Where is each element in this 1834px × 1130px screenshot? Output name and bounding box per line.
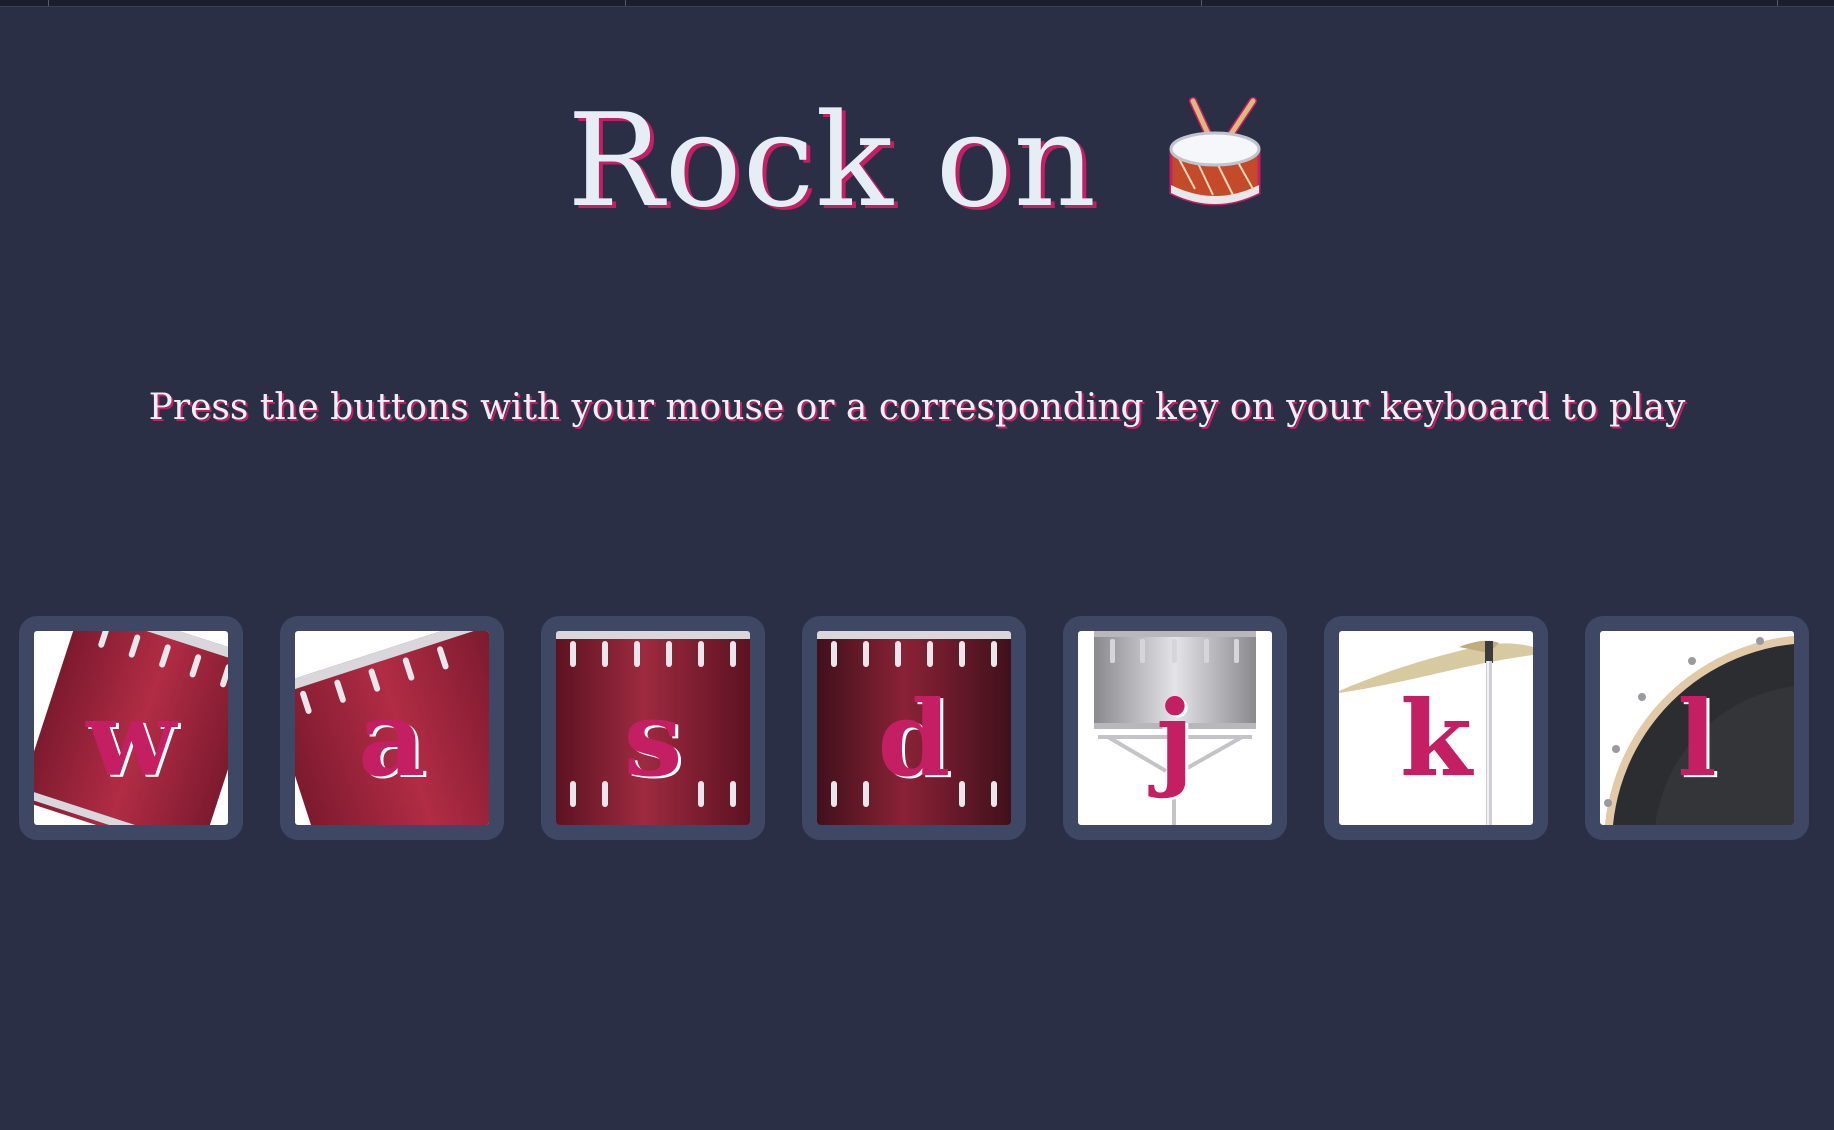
pad-key-label: a: [358, 677, 426, 800]
pad-d-button[interactable]: d: [802, 616, 1026, 840]
pad-a-button[interactable]: a: [280, 616, 504, 840]
pad-key-label: k: [1399, 677, 1473, 800]
tab-divider: [1201, 0, 1202, 6]
page-title-text: Rock on: [567, 87, 1098, 236]
pad-key-label: j: [1156, 677, 1194, 800]
pad-s-button[interactable]: s: [541, 616, 765, 840]
pad-k-button[interactable]: k: [1324, 616, 1548, 840]
window-top-bar: [0, 0, 1834, 7]
tab-divider: [48, 0, 49, 6]
pad-key-label: d: [877, 677, 951, 800]
pad-w-button[interactable]: w: [19, 616, 243, 840]
page-title: Rock on: [0, 92, 1834, 242]
pad-key-label: l: [1677, 677, 1717, 800]
pad-key-label: w: [86, 677, 176, 800]
tab-divider: [625, 0, 626, 6]
drum-pads: w a s d j k l: [19, 616, 1809, 840]
pad-key-label: s: [623, 677, 683, 800]
tab-divider: [1777, 0, 1778, 6]
drum-icon: [1163, 97, 1267, 242]
pad-l-button[interactable]: l: [1585, 616, 1809, 840]
instructions-text: Press the buttons with your mouse or a c…: [148, 387, 1686, 428]
pad-j-button[interactable]: j: [1063, 616, 1287, 840]
